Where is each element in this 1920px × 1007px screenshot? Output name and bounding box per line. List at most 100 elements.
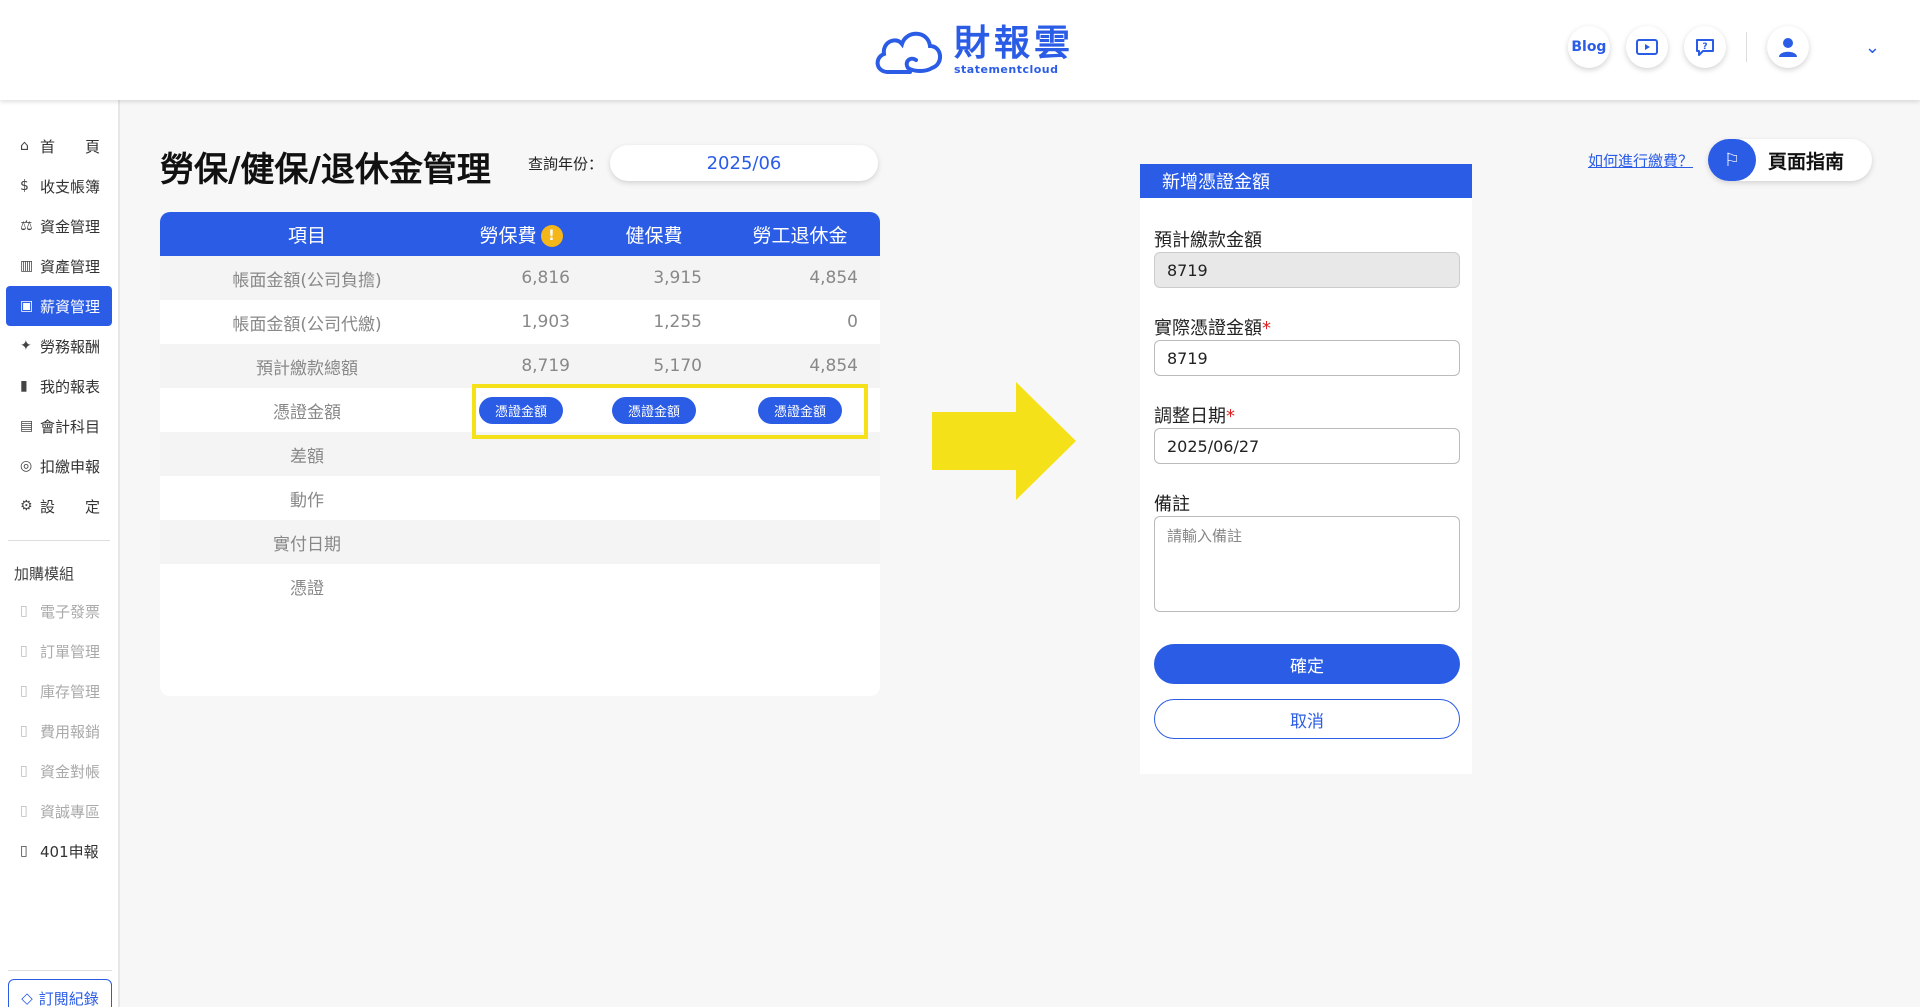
actual-amount-input[interactable]: 8719	[1154, 340, 1460, 376]
page-guide-label: 頁面指南	[1768, 150, 1845, 173]
sidebar-item-label: 設 定	[40, 497, 101, 516]
col-header-item: 項目	[287, 224, 326, 247]
cell-pension	[720, 432, 880, 476]
cell-health: 1,255	[653, 312, 702, 332]
blog-button[interactable]: Blog	[1567, 26, 1610, 68]
sidebar-item-inventory[interactable]: ▯ 庫存管理	[6, 671, 112, 711]
voucher-amount-button-labor[interactable]: 憑證金額	[478, 396, 563, 424]
chevron-down-icon[interactable]: ⌄	[1865, 37, 1880, 58]
sidebar-item-accounts[interactable]: ▤ 會計科目	[6, 406, 112, 446]
table-row: 差額	[160, 432, 880, 476]
sidebar-item-labor[interactable]: ✦ 勞務報酬	[6, 326, 112, 366]
insurance-table: 項目 勞保費! 健保費 勞工退休金 帳面金額(公司負擔) 6,816 3,915…	[160, 212, 880, 696]
cell-labor: 憑證金額	[454, 388, 588, 432]
module-icon: ▯	[20, 683, 28, 699]
sidebar-item-ledger[interactable]: $ 收支帳簿	[6, 166, 112, 206]
module-icon: ▯	[20, 803, 28, 819]
row-label: 憑證金額	[273, 402, 341, 423]
note-textarea[interactable]: 請輸入備註	[1154, 516, 1460, 612]
sidebar-item-orders[interactable]: ▯ 訂單管理	[6, 631, 112, 671]
row-label: 差額	[290, 446, 324, 467]
cell-labor	[454, 476, 588, 520]
col-header-labor-insurance: 勞保費!	[454, 212, 588, 256]
arrow-right-icon	[932, 382, 1076, 500]
assets-icon: ▥	[20, 258, 34, 274]
sidebar-item-label: 扣繳申報	[40, 457, 101, 476]
row-label: 動作	[290, 490, 324, 511]
sidebar-item-reports[interactable]: ▮ 我的報表	[6, 366, 112, 406]
row-label: 憑證	[290, 578, 324, 599]
table-row: 憑證金額 憑證金額 憑證金額 憑證金額	[160, 388, 880, 432]
addon-modules-header: 加購模組	[14, 564, 75, 583]
sidebar-item-label: 資誠專區	[40, 802, 101, 821]
adjust-date-label-text: 調整日期	[1154, 406, 1226, 427]
cell-pension: 4,854	[809, 268, 858, 288]
sidebar-item-settings[interactable]: ⚙ 設 定	[6, 486, 112, 526]
sidebar-item-label: 訂單管理	[40, 642, 101, 661]
actual-amount-label: 實際憑證金額*	[1154, 314, 1271, 340]
sidebar-item-label: 資金管理	[40, 217, 101, 236]
signpost-icon: ⚐	[1708, 139, 1756, 181]
year-label: 查詢年份：	[528, 155, 604, 173]
required-mark: *	[1226, 406, 1235, 427]
sidebar-item-pwc-zone[interactable]: ▯ 資誠專區	[6, 791, 112, 831]
col-header-health-insurance: 健保費	[625, 224, 683, 247]
sidebar-item-label: 勞務報酬	[40, 337, 101, 356]
cell-health	[588, 564, 720, 608]
customer-service-button[interactable]: ?	[1683, 26, 1726, 68]
actual-amount-label-text: 實際憑證金額	[1154, 318, 1262, 339]
sidebar-item-home[interactable]: ⌂ 首 頁	[6, 126, 112, 166]
confirm-button[interactable]: 確定	[1154, 644, 1460, 684]
sidebar-item-label: 收支帳簿	[40, 177, 101, 196]
app-logo[interactable]: 財報雲 statementcloud	[870, 22, 1074, 78]
sidebar-item-tax[interactable]: ◎ 扣繳申報	[6, 446, 112, 486]
row-label: 實付日期	[273, 534, 341, 555]
warning-icon[interactable]: !	[540, 225, 563, 247]
sidebar-divider	[8, 970, 112, 971]
table-row: 帳面金額(公司負擔) 6,816 3,915 4,854	[160, 256, 880, 300]
subscription-history-button[interactable]: ◇ 訂閱紀錄	[8, 979, 112, 1007]
logo-english-text: statementcloud	[954, 62, 1059, 76]
sidebar-item-assets[interactable]: ▥ 資產管理	[6, 246, 112, 286]
sidebar-item-401-filing[interactable]: ▯ 401申報	[6, 831, 112, 871]
video-tutorial-button[interactable]	[1625, 26, 1668, 68]
sidebar-item-label: 首 頁	[40, 137, 101, 156]
payroll-icon: ▣	[20, 298, 34, 314]
ledger-icon: $	[20, 178, 29, 194]
sidebar-item-expenses[interactable]: ▯ 費用報銷	[6, 711, 112, 751]
year-selector[interactable]: 2025/06	[610, 145, 878, 181]
sidebar: ⌂ 首 頁 $ 收支帳簿 ⚖ 資金管理 ▥ 資產管理 ▣ 薪資管理 ✦ 勞務報酬 ▮ 我的報表…	[0, 100, 120, 1007]
page-title: 勞保/健保/退休金管理	[160, 150, 491, 190]
voucher-amount-button-pension[interactable]: 憑證金額	[757, 396, 842, 424]
sidebar-item-payroll[interactable]: ▣ 薪資管理	[6, 286, 112, 326]
cell-labor: 1,903	[521, 312, 570, 332]
module-icon: ▯	[20, 643, 28, 659]
sidebar-item-label: 電子發票	[40, 602, 101, 621]
cell-health	[588, 432, 720, 476]
how-to-pay-link[interactable]: 如何進行繳費？	[1588, 150, 1693, 171]
chat-question-icon: ?	[1695, 39, 1714, 56]
table-row: 帳面金額(公司代繳) 1,903 1,255 0	[160, 300, 880, 344]
top-bar: 財報雲 statementcloud Blog ? ⌄	[0, 0, 1920, 100]
sidebar-item-reconciliation[interactable]: ▯ 資金對帳	[6, 751, 112, 791]
video-icon	[1635, 39, 1658, 55]
adjust-date-input[interactable]: 2025/06/27	[1154, 428, 1460, 464]
cell-labor	[454, 432, 588, 476]
table-row: 實付日期	[160, 520, 880, 564]
voucher-amount-button-health[interactable]: 憑證金額	[611, 396, 696, 424]
page-guide-button[interactable]: ⚐ 頁面指南	[1708, 139, 1872, 181]
module-icon: ▯	[20, 763, 28, 779]
module-icon: ▯	[20, 723, 28, 739]
sidebar-item-funds[interactable]: ⚖ 資金管理	[6, 206, 112, 246]
tax-icon: ◎	[20, 458, 33, 474]
note-label: 備註	[1154, 494, 1190, 515]
user-avatar-button[interactable]	[1766, 26, 1809, 68]
row-label: 帳面金額(公司負擔)	[232, 270, 382, 291]
cell-labor: 6,816	[521, 268, 570, 288]
sidebar-item-e-invoice[interactable]: ▯ 電子發票	[6, 591, 112, 631]
cell-labor	[454, 564, 588, 608]
report-icon: ▮	[20, 378, 28, 394]
labor-icon: ✦	[20, 338, 32, 354]
table-header-row: 項目 勞保費! 健保費 勞工退休金	[160, 212, 880, 256]
cancel-button[interactable]: 取消	[1154, 699, 1460, 739]
